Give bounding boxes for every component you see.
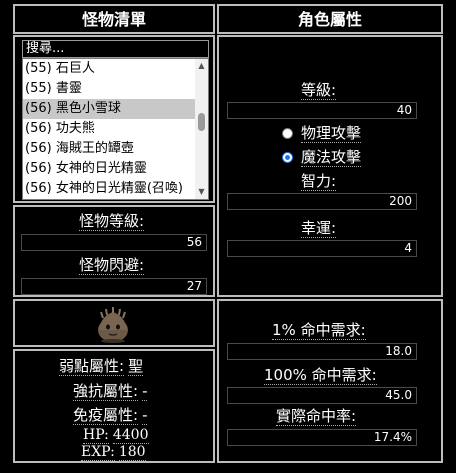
luk-label: 幸運: [301,219,337,238]
character-title: 角色屬性 [297,10,362,29]
monster-list-item[interactable]: (56) 女神的日光精靈 [23,159,208,179]
monster-stats-panel: 怪物等級: 56 怪物閃避: 27 [13,205,215,297]
hp-value: 4400 [112,427,149,444]
char-level-label: 等級: [301,81,337,100]
resist-value: - [142,382,148,401]
hp-label: HP: [83,427,109,444]
monster-listbox[interactable]: (55) 石巨人 (55) 書靈 (56) 黑色小雪球 (56) 功夫熊 (56) 海賊… [22,58,209,200]
int-input[interactable]: 200 [227,193,417,210]
scroll-down-icon[interactable]: ▼ [195,185,208,199]
character-header-panel: 角色屬性 [217,4,443,34]
luk-input[interactable]: 4 [227,240,417,257]
immune-value: - [142,406,148,425]
one-pct-accuracy-label: 1% 命中需求: [272,321,366,340]
hundred-pct-accuracy-value: 45.0 [227,387,417,404]
hundred-pct-accuracy-label: 100% 命中需求: [264,366,377,385]
magic-attack-label: 魔法攻擊 [301,148,362,167]
monster-image-panel [13,299,215,347]
monster-list-item[interactable]: (55) 書靈 [23,79,208,99]
magic-attack-option[interactable]: 魔法攻擊 [282,148,362,167]
char-level-input[interactable]: 40 [227,102,417,119]
character-stats-panel: 等級: 40 物理攻擊 魔法攻擊 智力: 200 幸運: 4 [217,35,443,297]
resist-row: 強抗屬性: - [73,382,148,401]
list-scrollbar[interactable]: ▲ ▼ [195,59,208,199]
exp-value: 180 [118,444,146,461]
monster-list-item[interactable]: (56) 女神的日光精靈(召喚) [23,179,208,199]
immune-label: 免疫屬性: [73,406,139,425]
monster-avoid-value: 27 [21,278,207,295]
monster-list-header-panel: 怪物清單 [13,4,215,34]
monster-list-title: 怪物清單 [81,10,146,29]
weakness-value: 聖 [128,357,144,376]
physical-attack-option[interactable]: 物理攻擊 [282,124,362,143]
monster-level-value: 56 [21,234,207,251]
actual-accuracy-value: 17.4% [227,429,417,446]
scroll-thumb[interactable] [198,113,205,131]
resist-label: 強抗屬性: [73,382,139,401]
monster-level-label: 怪物等級: [79,212,145,231]
monster-list-item[interactable]: (56) 功夫熊 [23,119,208,139]
int-label: 智力: [301,172,337,191]
exp-row: EXP: 180 [81,443,146,461]
hp-row: HP: 4400 [83,426,149,444]
exp-label: EXP: [81,444,115,461]
monster-avoid-label: 怪物閃避: [79,256,145,275]
monster-list-panel: 搜尋... (55) 石巨人 (55) 書靈 (56) 黑色小雪球 (56) 功夫熊(… [13,35,215,203]
scroll-up-icon[interactable]: ▲ [195,59,208,73]
monster-info-panel: 弱點屬性: 聖 強抗屬性: - 免疫屬性: - HP: 4400 EXP: 180 [13,349,215,463]
immune-row: 免疫屬性: - [73,406,148,425]
monster-list-item[interactable]: (56) 黑色小雪球 [23,99,208,119]
accuracy-panel: 1% 命中需求: 18.0 100% 命中需求: 45.0 實際命中率: 17.… [217,299,443,463]
monster-list-item[interactable]: (55) 石巨人 [23,59,208,79]
physical-attack-label: 物理攻擊 [301,124,362,143]
magic-attack-radio[interactable] [282,152,293,163]
dark-snowball-monster-icon [98,307,128,343]
actual-accuracy-label: 實際命中率: [276,407,357,426]
monster-list-item[interactable]: (56) 海賊王的罈壺 [23,139,208,159]
one-pct-accuracy-value: 18.0 [227,343,417,360]
physical-attack-radio[interactable] [282,128,293,139]
weakness-label: 弱點屬性: [59,357,125,376]
monster-search-input[interactable]: 搜尋... [22,40,209,58]
weakness-row: 弱點屬性: 聖 [59,357,144,376]
